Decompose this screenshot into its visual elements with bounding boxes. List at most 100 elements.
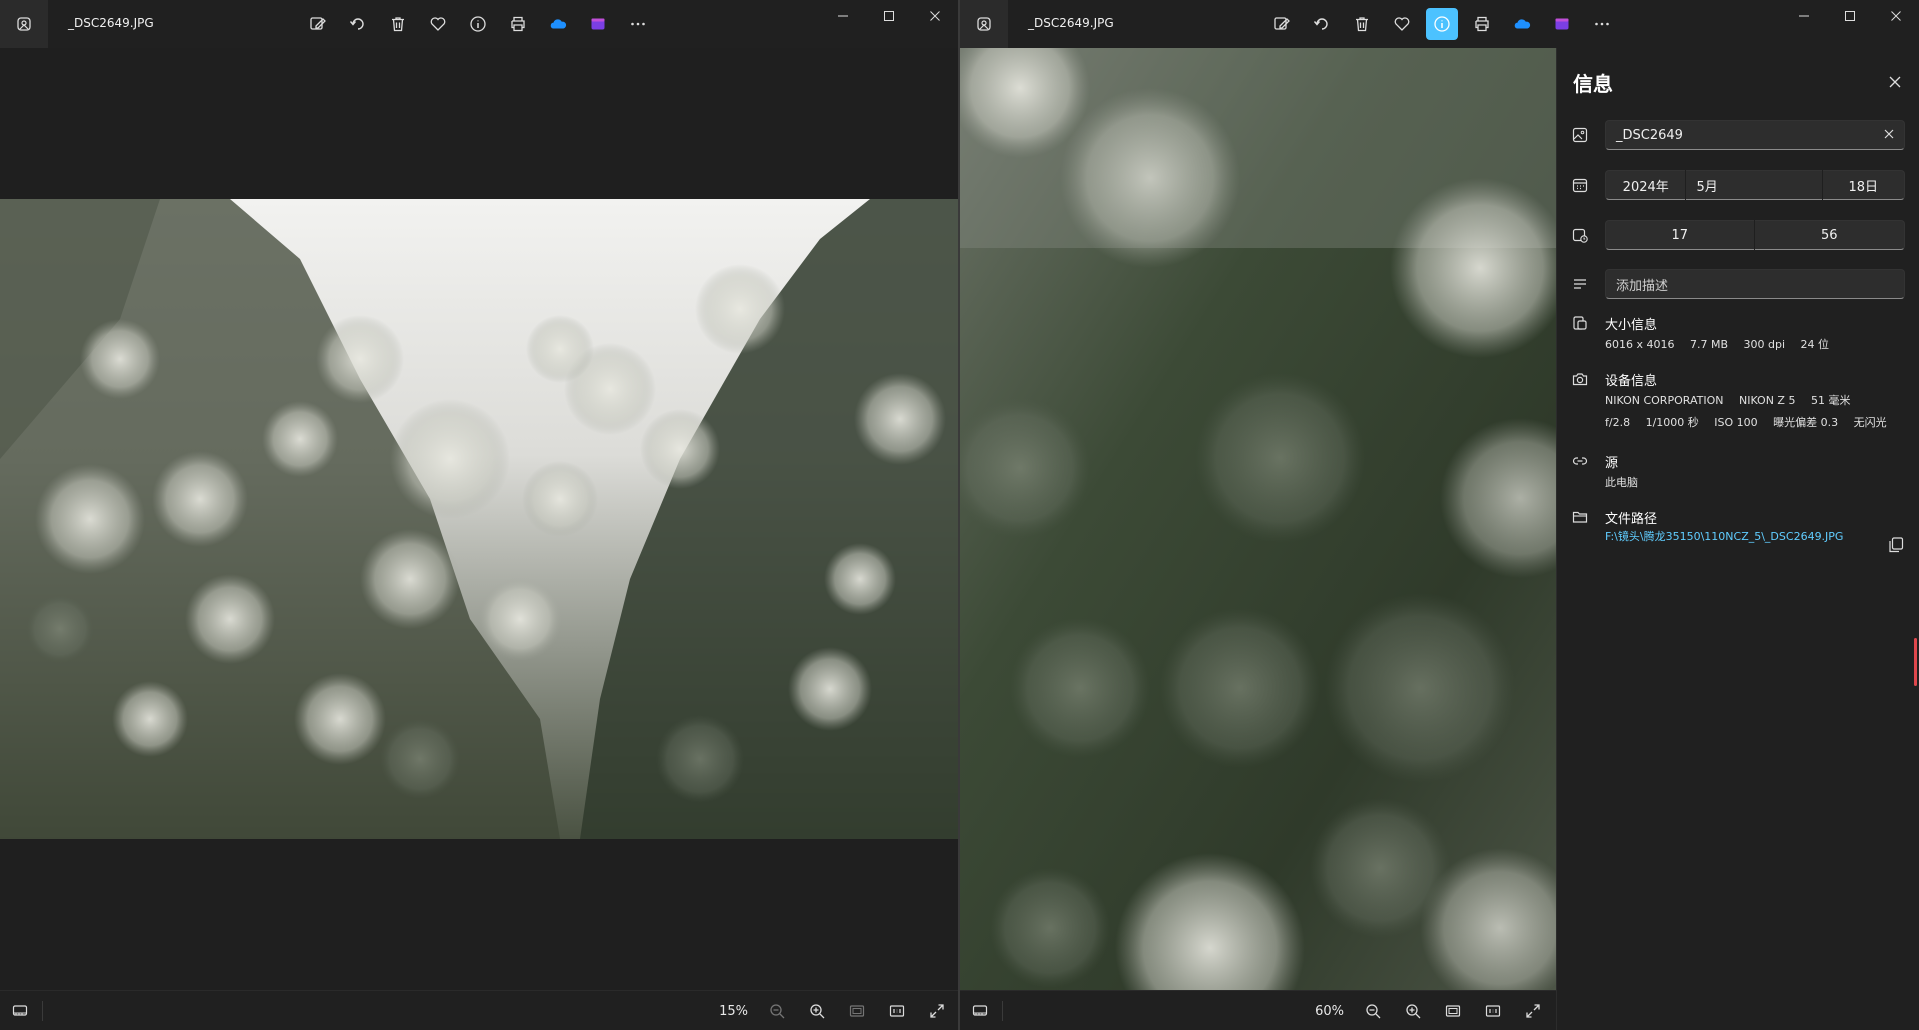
shutter-speed: 1/1000 秒: [1645, 416, 1699, 429]
print-button[interactable]: [1466, 8, 1498, 40]
delete-button[interactable]: [382, 8, 414, 40]
device-info-title: 设备信息: [1605, 374, 1658, 389]
zoom-level[interactable]: 60%: [1304, 1004, 1344, 1019]
favorite-button[interactable]: [422, 8, 454, 40]
time-minute[interactable]: 56: [1755, 221, 1905, 249]
calendar-icon: [1571, 176, 1589, 194]
fit-button[interactable]: [1436, 995, 1470, 1027]
clipchamp-button[interactable]: [1546, 8, 1578, 40]
time-picker[interactable]: 17 56: [1605, 220, 1905, 250]
fullscreen-icon: [930, 1004, 944, 1018]
minimize-button[interactable]: [820, 0, 866, 32]
zoom-out-icon: [1366, 1004, 1381, 1019]
fullscreen-button[interactable]: [920, 995, 954, 1027]
onedrive-button[interactable]: [1506, 8, 1538, 40]
more-icon: [1595, 22, 1609, 26]
date-month[interactable]: 5月: [1686, 171, 1821, 199]
copy-path-button[interactable]: [1887, 536, 1907, 556]
favorite-icon: [430, 17, 446, 31]
minimize-button[interactable]: [1781, 0, 1827, 32]
folder-icon: [1571, 508, 1589, 526]
photos-app-icon: [0, 0, 48, 48]
date-picker[interactable]: 2024年 5月 18日: [1605, 170, 1905, 200]
exposure-bias: 曝光偏差 0.3: [1773, 416, 1839, 429]
close-icon: [930, 11, 940, 21]
more-button[interactable]: [622, 8, 654, 40]
print-button[interactable]: [502, 8, 534, 40]
flash: 无闪光: [1853, 416, 1887, 429]
status-bar: 60%: [960, 990, 1556, 1030]
filmstrip-button[interactable]: [8, 999, 32, 1023]
size-info-title: 大小信息: [1605, 318, 1658, 333]
camera-icon: [1571, 370, 1589, 388]
maximize-button[interactable]: [866, 0, 912, 32]
delete-icon: [392, 17, 404, 32]
close-button[interactable]: [912, 0, 958, 32]
clear-filename-button[interactable]: [1882, 127, 1896, 145]
time-hour[interactable]: 17: [1606, 221, 1754, 249]
description-placeholder: 添加描述: [1616, 278, 1669, 294]
zoom-in-button[interactable]: [1396, 995, 1430, 1027]
maximize-button[interactable]: [1827, 0, 1873, 32]
minimize-icon: [838, 15, 848, 17]
focal-length: 51 毫米: [1810, 394, 1851, 407]
clipchamp-button[interactable]: [582, 8, 614, 40]
filmstrip-icon: [12, 1005, 28, 1016]
date-year[interactable]: 2024年: [1606, 171, 1685, 199]
actual-size-button[interactable]: [1476, 995, 1510, 1027]
source-value: 此电脑: [1605, 476, 1638, 489]
info-panel-close-button[interactable]: [1881, 68, 1909, 96]
maximize-icon: [884, 11, 894, 21]
rotate-button[interactable]: [1306, 8, 1338, 40]
rotate-button[interactable]: [342, 8, 374, 40]
description-input[interactable]: 添加描述: [1605, 269, 1905, 299]
info-panel-title: 信息: [1573, 72, 1613, 96]
zoom-level[interactable]: 15%: [708, 1004, 748, 1019]
maximize-icon: [1845, 11, 1855, 21]
filename-field[interactable]: _DSC2649: [1605, 120, 1905, 150]
photo-viewer[interactable]: [0, 48, 958, 990]
fullscreen-button[interactable]: [1516, 995, 1550, 1027]
dpi: 300 dpi: [1743, 338, 1786, 351]
size-icon: [1571, 314, 1589, 332]
onedrive-button[interactable]: [542, 8, 574, 40]
photo-image[interactable]: [960, 48, 1556, 990]
close-icon: [1889, 76, 1901, 88]
bit-depth: 24 位: [1800, 338, 1830, 351]
edit-icon: [310, 17, 326, 30]
actual-size-button[interactable]: [880, 995, 914, 1027]
info-panel: 信息 _DSC2649 2024年 5月 18日 17 56 添加描述 大小信息…: [1556, 48, 1919, 1030]
actual-size-icon: [889, 1005, 905, 1017]
image-icon: [1571, 126, 1589, 144]
edit-button[interactable]: [302, 8, 334, 40]
zoom-in-button[interactable]: [800, 995, 834, 1027]
delete-button[interactable]: [1346, 8, 1378, 40]
delete-icon: [1356, 17, 1368, 32]
fit-button[interactable]: [840, 995, 874, 1027]
info-button[interactable]: [462, 8, 494, 40]
zoom-out-button[interactable]: [1356, 995, 1390, 1027]
info-button[interactable]: [1426, 8, 1458, 40]
zoom-controls: 15%: [708, 995, 954, 1027]
info-icon: [1434, 16, 1450, 32]
divider: [42, 1001, 43, 1021]
divider: [1002, 1001, 1003, 1021]
more-button[interactable]: [1586, 8, 1618, 40]
dimensions: 6016 x 4016: [1605, 338, 1675, 351]
zoom-in-icon: [810, 1004, 825, 1019]
device-info-exposure: f/2.8 1/1000 秒 ISO 100 曝光偏差 0.3 无闪光: [1605, 414, 1899, 430]
scrollbar-indicator[interactable]: [1914, 638, 1917, 686]
camera-model: NIKON Z 5: [1738, 394, 1796, 407]
favorite-button[interactable]: [1386, 8, 1418, 40]
edit-button[interactable]: [1266, 8, 1298, 40]
size-info-details: 6016 x 4016 7.7 MB 300 dpi 24 位: [1605, 336, 1841, 352]
close-button[interactable]: [1873, 0, 1919, 32]
file-path-title: 文件路径: [1605, 512, 1658, 527]
photo-image[interactable]: [0, 199, 958, 839]
close-icon: [1891, 11, 1901, 21]
zoom-out-button[interactable]: [760, 995, 794, 1027]
filmstrip-button[interactable]: [968, 999, 992, 1023]
file-path-link[interactable]: F:\镜头\腾龙35150\110NCZ_5\_DSC2649.JPG: [1605, 528, 1843, 544]
photo-viewer[interactable]: [960, 48, 1556, 990]
date-day[interactable]: 18日: [1823, 171, 1904, 199]
